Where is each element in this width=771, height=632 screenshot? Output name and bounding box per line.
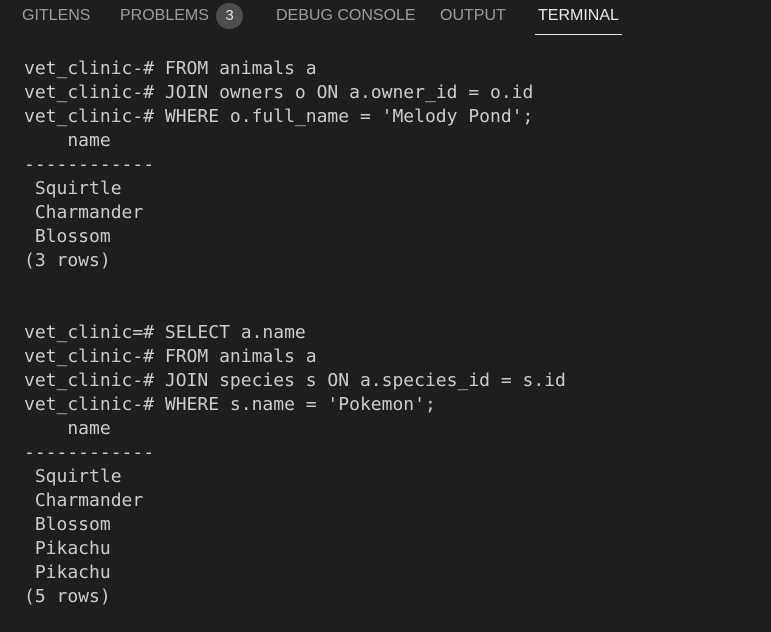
- terminal-line: vet_clinic-# JOIN species s ON a.species…: [24, 370, 566, 391]
- terminal-line: Charmander: [24, 202, 144, 223]
- tab-terminal[interactable]: TERMINAL: [535, 0, 622, 35]
- terminal-line: vet_clinic=# SELECT a.name: [24, 322, 306, 343]
- terminal-line: Blossom: [24, 226, 111, 247]
- terminal-line: Charmander: [24, 490, 144, 511]
- terminal-line: vet_clinic-# WHERE o.full_name = 'Melody…: [24, 106, 534, 127]
- terminal-line: vet_clinic-# WHERE s.name = 'Pokemon';: [24, 394, 436, 415]
- terminal-line: vet_clinic-# FROM animals a: [24, 58, 317, 79]
- terminal-line: Pikachu: [24, 562, 111, 583]
- problems-count-badge: 3: [216, 3, 243, 29]
- tab-problems[interactable]: PROBLEMS: [120, 0, 209, 34]
- terminal-line: name: [24, 418, 111, 439]
- terminal-line: Squirtle: [24, 178, 122, 199]
- terminal-line: Blossom: [24, 514, 111, 535]
- terminal-line: Pikachu: [24, 538, 111, 559]
- tab-debug-console[interactable]: DEBUG CONSOLE: [276, 0, 416, 34]
- terminal-line: vet_clinic-# JOIN owners o ON a.owner_id…: [24, 82, 534, 103]
- terminal-line: ------------: [24, 442, 155, 463]
- terminal-line: Squirtle: [24, 466, 122, 487]
- tab-output[interactable]: OUTPUT: [440, 0, 506, 34]
- terminal-line: (3 rows): [24, 250, 111, 271]
- tab-gitlens[interactable]: GITLENS: [22, 0, 90, 34]
- terminal-line: (5 rows): [24, 586, 111, 607]
- terminal-line: ------------: [24, 154, 155, 175]
- terminal-line: name: [24, 130, 111, 151]
- panel-tab-bar: GITLENS PROBLEMS 3 DEBUG CONSOLE OUTPUT …: [0, 0, 771, 36]
- terminal-line: vet_clinic-# FROM animals a: [24, 346, 317, 367]
- terminal-output[interactable]: vet_clinic-# FROM animals a vet_clinic-# …: [24, 57, 764, 617]
